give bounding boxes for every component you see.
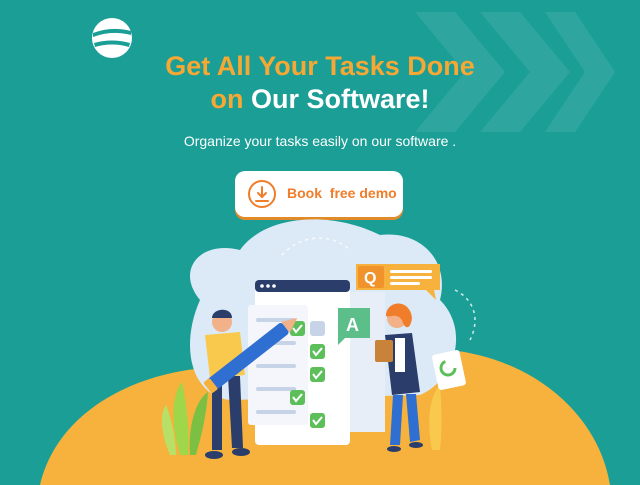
task-illustration: A Q: [40, 219, 610, 485]
bubble-a-letter: A: [346, 315, 359, 335]
landing-hero: Get All Your Tasks Done on Our Software!…: [0, 0, 640, 485]
bubble-q-letter: Q: [364, 270, 376, 287]
